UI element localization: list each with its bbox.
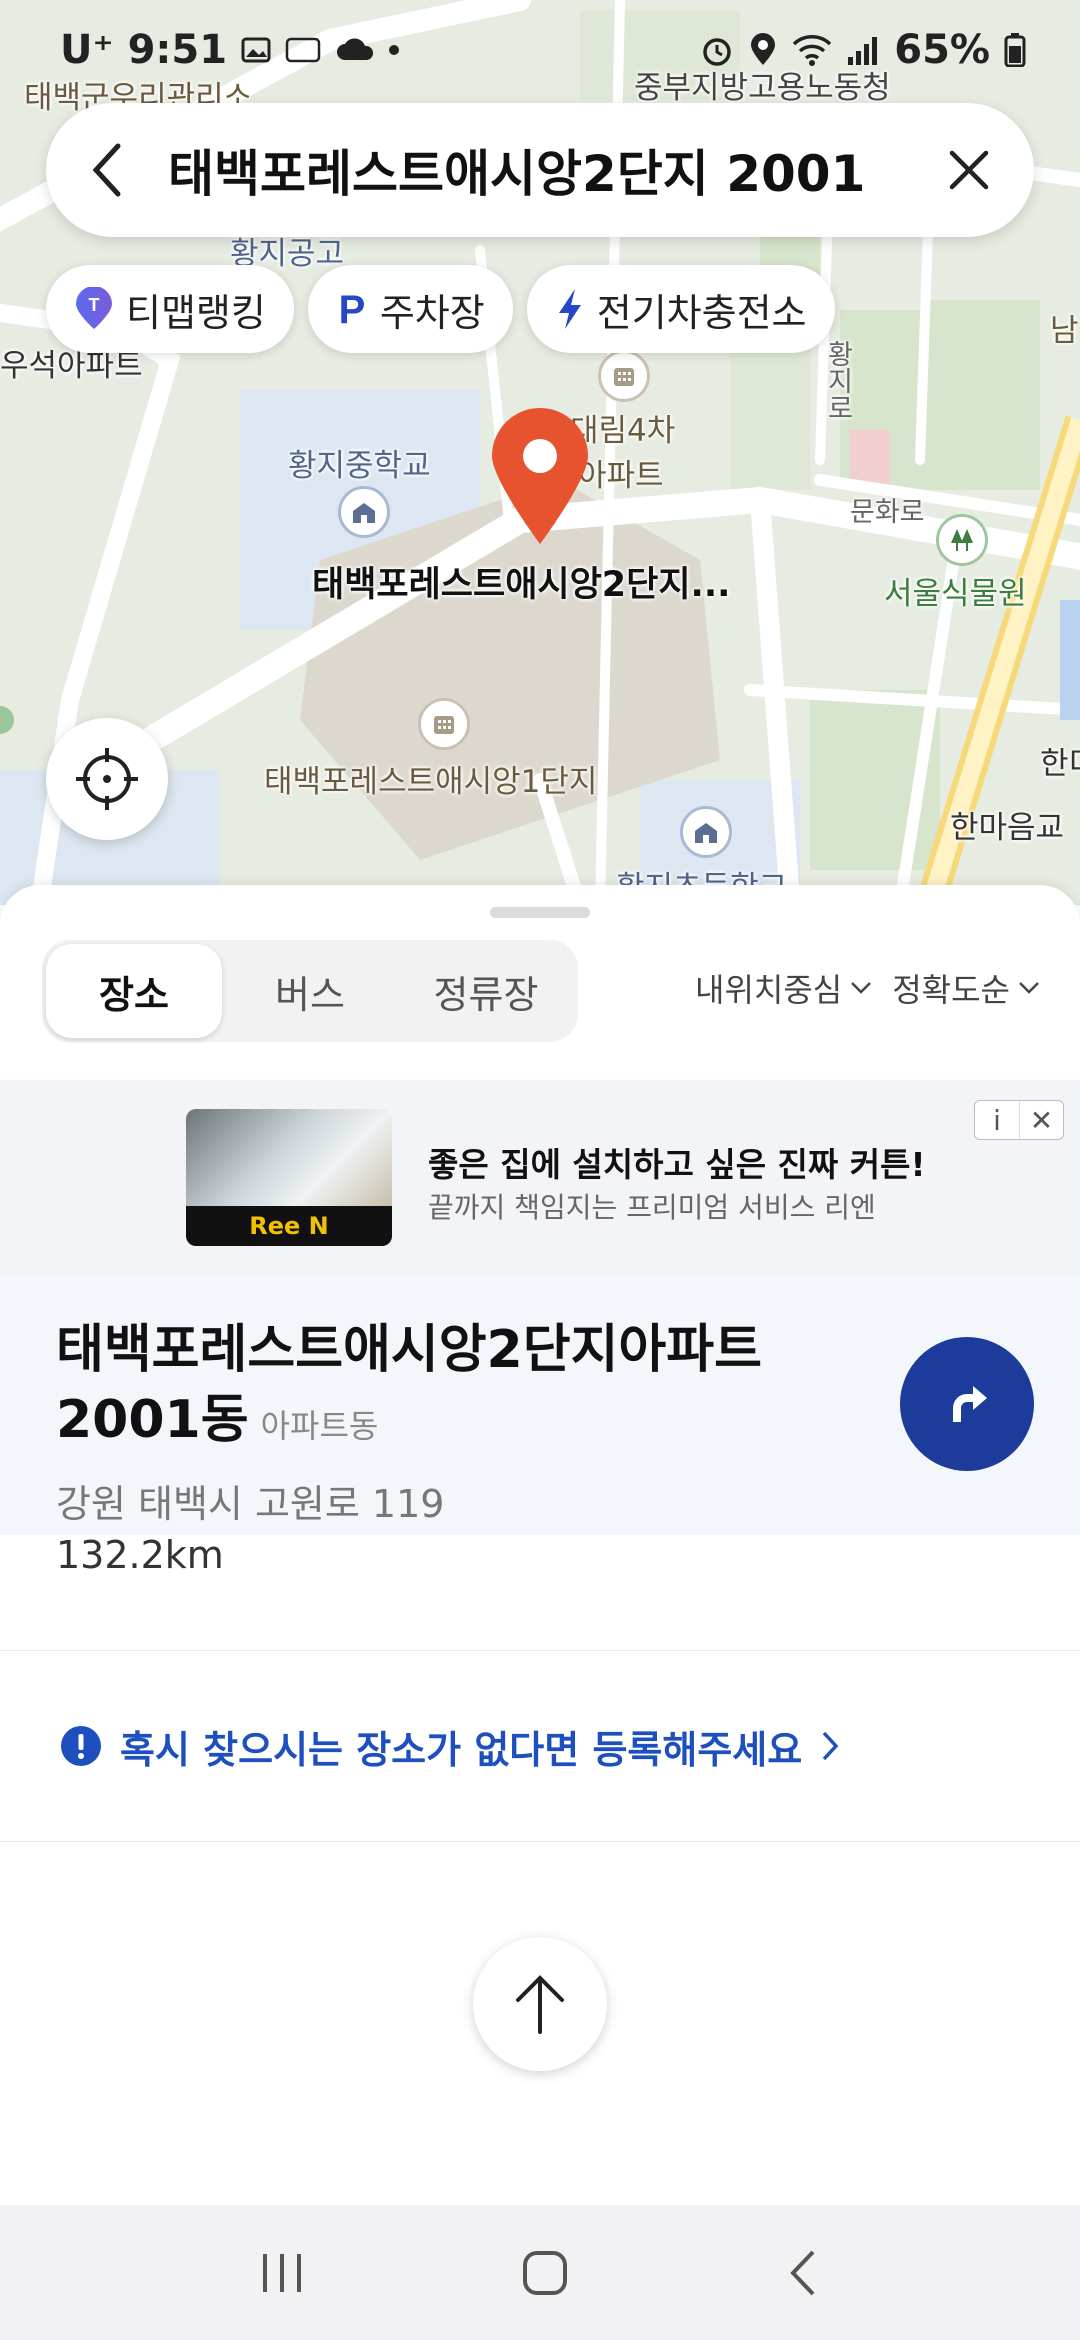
signal-icon: [848, 37, 878, 65]
sort-location-dropdown[interactable]: 내위치중심: [695, 965, 872, 1011]
ad-thumbnail[interactable]: Ree N: [186, 1109, 392, 1246]
search-bar[interactable]: 태백포레스트애시앙2단지 2001: [46, 103, 1034, 237]
wifi-icon: [793, 35, 832, 66]
chip-ev-charging[interactable]: 전기차충전소: [526, 265, 835, 353]
back-icon[interactable]: [783, 2248, 823, 2298]
status-bar: U⁺ 9:51 65%: [0, 0, 1080, 100]
chip-label: 주차장: [379, 290, 485, 335]
arrow-up-icon: [516, 1975, 564, 2034]
alert-icon: [61, 1726, 101, 1766]
chip-label: 전기차충전소: [596, 290, 807, 335]
chevron-right-icon: [822, 1731, 839, 1761]
map-view[interactable]: 태백군우리관리소 중부지방고용노동청 황지공고 우석아파트 남 황지중학교 대림…: [0, 0, 1080, 905]
chip-label: 티맵랭킹: [126, 290, 266, 335]
scroll-top-button[interactable]: [473, 1937, 607, 2071]
ad-info-icon[interactable]: i: [975, 1101, 1019, 1139]
school-icon[interactable]: [338, 486, 390, 538]
tab-stops[interactable]: 정류장: [398, 944, 574, 1038]
search-input[interactable]: 태백포레스트애시앙2단지 2001: [130, 134, 944, 206]
park-icon[interactable]: [936, 514, 988, 566]
ad-brand-logo: Ree N: [186, 1206, 392, 1246]
apartment-icon[interactable]: [598, 350, 650, 402]
location-status-icon: [751, 33, 776, 65]
tab-places[interactable]: 장소: [46, 944, 222, 1038]
result-name-line2: 2001동: [56, 1390, 249, 1450]
clear-icon[interactable]: [944, 145, 994, 195]
register-place-link[interactable]: 혹시 찾으시는 장소가 없다면 등록해주세요: [0, 1650, 1080, 1842]
map-label: 남: [1050, 313, 1079, 349]
sort-options: 내위치중심 정확도순: [695, 965, 1040, 1011]
apartment-icon[interactable]: [418, 698, 470, 750]
sheet-handle[interactable]: [490, 907, 590, 918]
system-nav-bar: [0, 2205, 1080, 2340]
sort-accuracy-dropdown[interactable]: 정확도순: [892, 965, 1040, 1011]
chip-parking[interactable]: P 주차장: [307, 265, 513, 353]
sort-label: 내위치중심: [695, 971, 843, 1009]
sort-label: 정확도순: [892, 971, 1010, 1009]
filter-chips: T 티맵랭킹 P 주차장 전기차충전소: [46, 265, 835, 353]
crosshair-icon: [76, 748, 138, 810]
cloud-icon: [337, 38, 374, 60]
gallery-icon: [241, 37, 271, 63]
map-label: 서울식물원: [884, 576, 1027, 612]
result-tabs: 장소 버스 정류장: [42, 940, 578, 1042]
back-arrow-icon[interactable]: [86, 140, 130, 200]
result-distance: 132.2km: [56, 1533, 224, 1577]
map-label: 태백포레스트애시앙1단지: [264, 764, 598, 800]
turn-right-arrow-icon: [953, 1386, 987, 1422]
result-name-line2-wrap: 2001동 아파트동: [56, 1385, 836, 1461]
directions-button[interactable]: [900, 1337, 1034, 1471]
tab-bus[interactable]: 버스: [222, 944, 398, 1038]
recent-apps-icon[interactable]: [257, 2250, 307, 2296]
result-name-line1: 태백포레스트애시앙2단지아파트: [56, 1320, 762, 1380]
pin-label[interactable]: 태백포레스트애시앙2단지...: [312, 556, 730, 607]
carrier-label: U⁺: [60, 27, 114, 73]
ad-banner[interactable]: Ree N 좋은 집에 설치하고 싶은 진짜 커튼! 끝까지 책임지는 프리미엄…: [0, 1080, 1080, 1275]
map-label: 황지중학교: [288, 448, 431, 484]
map-label: 한디: [1040, 746, 1080, 782]
chevron-down-icon: [1019, 982, 1039, 994]
ad-title[interactable]: 좋은 집에 설치하고 싶은 진짜 커튼!: [428, 1138, 926, 1186]
school-icon[interactable]: [680, 806, 732, 858]
ev-charging-icon: [558, 289, 581, 329]
register-text: 혹시 찾으시는 장소가 없다면 등록해주세요: [120, 1727, 803, 1772]
ad-close-icon[interactable]: ✕: [1019, 1101, 1063, 1139]
chip-tmap-ranking[interactable]: T 티맵랭킹: [46, 265, 294, 353]
chevron-down-icon: [851, 982, 872, 994]
parking-icon: P: [339, 288, 366, 331]
result-address: 강원 태백시 고원로 119: [56, 1482, 445, 1526]
result-item[interactable]: 태백포레스트애시앙2단지아파트 2001동 아파트동 강원 태백시 고원로 119…: [0, 1275, 1080, 1577]
my-location-button[interactable]: [46, 718, 168, 840]
ad-badges: i ✕: [974, 1100, 1064, 1140]
map-label: 아파트: [578, 458, 664, 494]
battery-icon: [1004, 33, 1026, 67]
result-category: 아파트동: [260, 1407, 379, 1445]
home-icon[interactable]: [520, 2248, 570, 2298]
results-sheet: 장소 버스 정류장 내위치중심 정확도순 Ree N 좋은 집에 설치하고 싶은…: [0, 885, 1080, 2205]
clock: 9:51: [127, 27, 228, 73]
map-label: 문화로: [850, 497, 925, 528]
result-name[interactable]: 태백포레스트애시앙2단지아파트 2001동 아파트동: [56, 1315, 836, 1461]
ad-description: 끝까지 책임지는 프리미엄 서비스 리엔: [428, 1191, 876, 1224]
tmap-ranking-icon: T: [76, 287, 112, 329]
alarm-icon: [703, 38, 731, 66]
svg-text:T: T: [89, 295, 100, 315]
temu-icon: [285, 37, 321, 63]
map-label: 한마음교: [950, 810, 1065, 846]
battery-percent: 65%: [894, 27, 990, 73]
svg-text:P: P: [339, 288, 366, 331]
location-pin-icon[interactable]: [490, 408, 590, 544]
notification-dot: [389, 45, 400, 55]
